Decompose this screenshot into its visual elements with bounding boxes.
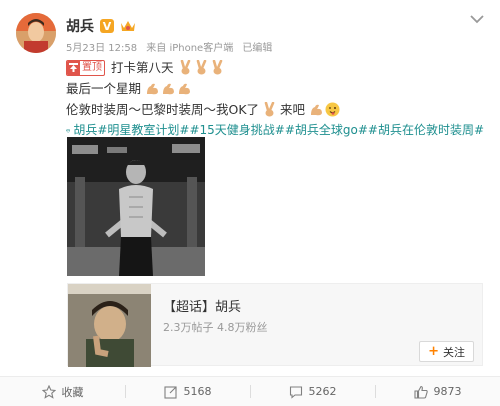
follow-label: 关注 <box>443 345 465 359</box>
victory-hand-icon <box>264 102 275 117</box>
chevron-down-icon[interactable] <box>470 14 484 24</box>
post-source: 来自 iPhone客户端 <box>146 43 234 54</box>
flexed-biceps-icon <box>163 83 175 95</box>
super-topic-card[interactable]: 【超话】胡兵 2.3万帖子 4.8万粉丝 + 关注 <box>67 283 483 367</box>
post-line-2: 最后一个星期 <box>66 81 142 96</box>
post-text: 置顶 打卡第八天 最后一个星期 伦敦时装周～巴黎时装周～我OK了 来吧 胡兵#明… <box>66 57 484 141</box>
verified-icon: V <box>100 19 114 33</box>
topic-stats: 2.3万帖子 4.8万粉丝 <box>163 321 268 334</box>
flexed-biceps-icon <box>311 104 323 116</box>
flexed-biceps-icon <box>147 83 159 95</box>
favorite-label: 收藏 <box>61 385 84 399</box>
post-line-4: 来吧 <box>280 102 306 117</box>
super-topic-icon <box>66 128 71 133</box>
plus-icon: + <box>428 344 439 359</box>
post-photo[interactable] <box>67 137 205 276</box>
comment-button[interactable]: 5262 <box>250 377 375 406</box>
repost-button[interactable]: 5168 <box>125 377 250 406</box>
victory-hand-icon <box>180 60 190 75</box>
victory-hand-icon <box>212 60 222 75</box>
author-name[interactable]: 胡兵 <box>66 16 94 36</box>
post-line-1: 打卡第八天 <box>111 60 174 75</box>
star-icon <box>41 384 56 399</box>
topic-title[interactable]: 【超话】胡兵 <box>163 296 241 315</box>
like-count: 9873 <box>433 385 462 398</box>
repost-count: 5168 <box>183 385 212 398</box>
like-button[interactable]: 9873 <box>375 377 500 406</box>
vip-crown-icon <box>121 21 135 31</box>
repost-icon <box>163 385 177 399</box>
pin-icon <box>67 60 80 75</box>
follow-button[interactable]: + 关注 <box>419 341 474 362</box>
topic-cover-image <box>68 284 151 367</box>
thumbs-up-icon <box>413 385 428 399</box>
flexed-biceps-icon <box>179 83 191 95</box>
winking-face-icon <box>325 102 340 117</box>
post-meta: 5月23日 12:58 来自 iPhone客户端 已编辑 <box>66 39 278 54</box>
edited-label[interactable]: 已编辑 <box>242 43 272 54</box>
post-date[interactable]: 5月23日 12:58 <box>66 43 137 54</box>
comment-count: 5262 <box>308 385 337 398</box>
avatar[interactable] <box>16 13 56 53</box>
pin-label: 置顶 <box>82 61 102 73</box>
pin-badge: 置顶 <box>66 59 105 76</box>
comment-icon <box>289 385 302 399</box>
favorite-button[interactable]: 收藏 <box>0 377 125 406</box>
post-line-3: 伦敦时装周～巴黎时装周～我OK了 <box>66 102 260 117</box>
action-bar: 收藏 5168 5262 9873 <box>0 376 500 406</box>
victory-hand-icon <box>196 60 206 75</box>
